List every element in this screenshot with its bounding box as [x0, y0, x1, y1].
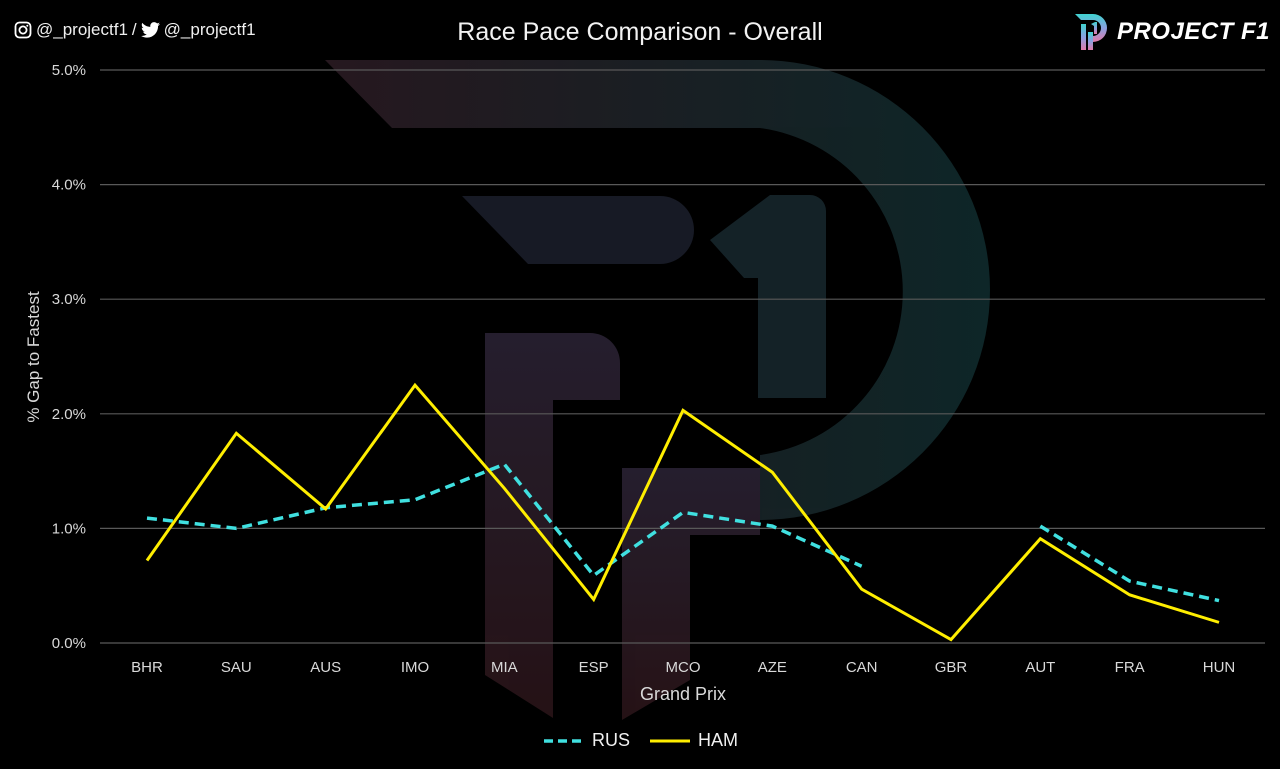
x-tick-label: MCO: [666, 659, 701, 676]
x-axis-label: Grand Prix: [640, 684, 726, 704]
x-tick-label: AUT: [1025, 659, 1055, 676]
y-tick-label: 4.0%: [52, 177, 86, 194]
y-tick-label: 3.0%: [52, 291, 86, 308]
x-tick-labels: BHR SAU AUS IMO MIA ESP MCO AZE CAN GBR AUT FRA HUN: [131, 659, 1235, 676]
y-tick-label: 1.0%: [52, 520, 86, 537]
legend-swatch-rus: [543, 738, 584, 743]
x-tick-label: GBR: [935, 659, 968, 676]
twitter-icon: [140, 22, 160, 38]
x-tick-label: ESP: [579, 659, 609, 676]
legend-item-ham: HAM: [648, 730, 738, 751]
x-tick-label: FRA: [1115, 659, 1145, 676]
x-tick-label: MIA: [491, 659, 518, 676]
x-tick-label: AZE: [758, 659, 787, 676]
watermark-logo: [325, 60, 990, 720]
legend-label-ham: HAM: [698, 730, 738, 750]
legend-swatch-ham: [650, 739, 690, 742]
x-tick-label: IMO: [401, 659, 429, 676]
x-tick-label: HUN: [1203, 659, 1236, 676]
instagram-icon: [14, 21, 32, 39]
chart-title: Race Pace Comparison - Overall: [457, 18, 822, 46]
y-tick-label: 2.0%: [52, 406, 86, 423]
y-tick-labels: 0.0% 1.0% 2.0% 3.0% 4.0% 5.0%: [52, 62, 86, 652]
project-f1-logo-icon: [1074, 14, 1107, 50]
y-axis-label: % Gap to Fastest: [24, 291, 43, 423]
brand-name: PROJECT F1: [1116, 18, 1270, 45]
legend-label-rus: RUS: [591, 730, 630, 750]
x-tick-label: CAN: [846, 659, 878, 676]
x-tick-label: BHR: [131, 659, 163, 676]
brand-logo: PROJECT F1: [1073, 12, 1270, 52]
chart: 0.0% 1.0% 2.0% 3.0% 4.0% 5.0% BHR SAU AUS IMO MIA…: [24, 18, 1265, 720]
legend-item-rus: RUS: [542, 730, 630, 751]
social-handles: @_projectf1 / @_projectf1: [14, 20, 256, 40]
y-tick-label: 0.0%: [52, 635, 86, 652]
twitter-handle: @_projectf1: [163, 20, 256, 39]
x-tick-label: AUS: [310, 659, 341, 676]
y-tick-label: 5.0%: [52, 62, 86, 79]
handle-separator: /: [131, 20, 137, 39]
x-tick-label: SAU: [221, 659, 252, 676]
legend: RUS HAM: [0, 730, 1280, 751]
series-line-rus: [1039, 524, 1220, 603]
instagram-handle: @_projectf1: [36, 20, 128, 39]
